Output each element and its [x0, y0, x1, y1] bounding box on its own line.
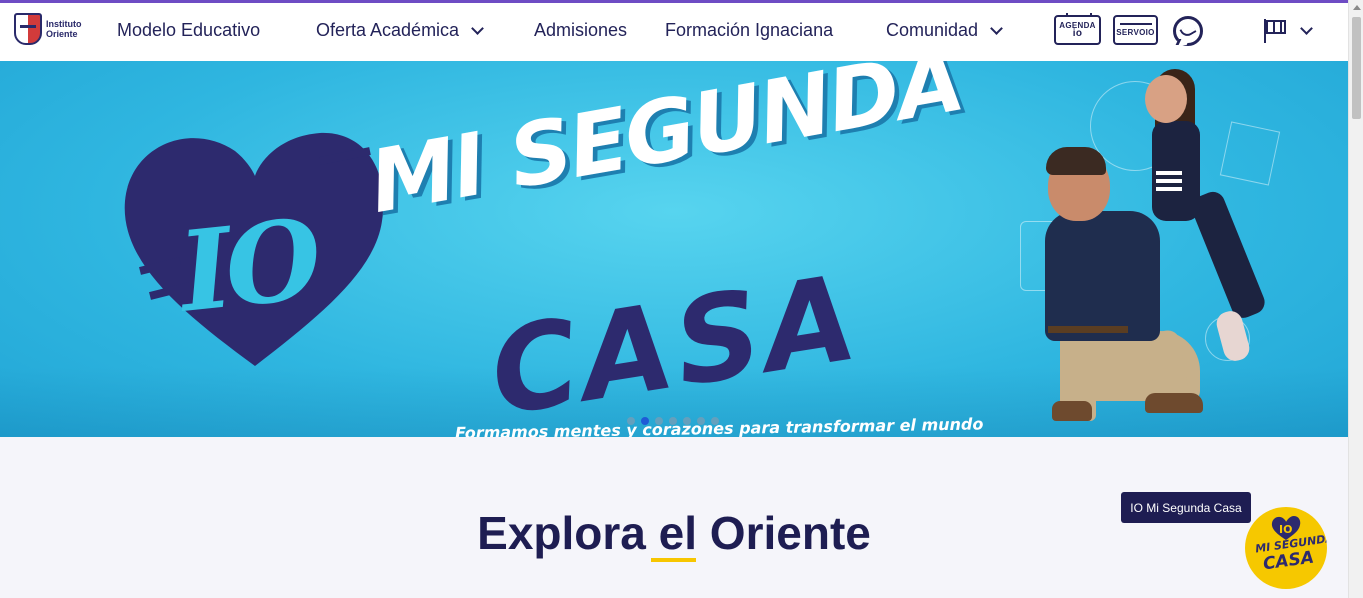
instituto-oriente-logo[interactable]: Instituto Oriente [14, 11, 84, 47]
nav-formacion-ignaciana[interactable]: Formación Ignaciana [665, 20, 833, 41]
hero-headline-top: MI SEGUNDA [362, 61, 970, 233]
hero-carousel[interactable]: IO MI SEGUNDA CASA Formamos mentes y cor… [0, 61, 1348, 437]
nav-label: Formación Ignaciana [665, 20, 834, 40]
nav-label: Modelo Educativo [117, 20, 261, 40]
nav-oferta-academica[interactable]: Oferta Académica [316, 20, 484, 41]
nav-label: Admisiones [534, 20, 628, 40]
nav-label: Oferta Académica [316, 20, 460, 40]
nav-modelo-educativo[interactable]: Modelo Educativo [117, 20, 260, 41]
flag-icon [1262, 18, 1288, 44]
language-selector[interactable] [1262, 18, 1313, 44]
chevron-down-icon [1300, 22, 1313, 35]
servoio-button[interactable]: SERVOIO [1113, 15, 1158, 45]
svg-text:IO: IO [1279, 523, 1292, 536]
nav-admisiones[interactable]: Admisiones [534, 20, 627, 41]
mi-segunda-casa-badge[interactable]: IO MI SEGUNDA CASA [1245, 507, 1327, 589]
calendar-rings-icon [1066, 13, 1092, 17]
chevron-down-icon [471, 21, 484, 35]
page-scrollbar[interactable] [1348, 0, 1363, 598]
agenda-io-button[interactable]: AGENDA io [1054, 13, 1101, 45]
site-header: Instituto Oriente Modelo Educativo Ofert… [0, 3, 1348, 61]
nav-label: Comunidad [886, 20, 979, 40]
nav-comunidad[interactable]: Comunidad [886, 20, 1003, 41]
scroll-up-arrow-icon[interactable] [1353, 5, 1361, 10]
floating-tooltip: IO Mi Segunda Casa [1121, 492, 1251, 523]
whatsapp-icon[interactable] [1173, 16, 1203, 46]
server-lines-icon [1119, 23, 1152, 26]
hero-io-text: IO [173, 194, 322, 337]
book-sketch-icon [1219, 121, 1281, 186]
girl-figure [1188, 188, 1269, 322]
scroll-thumb[interactable] [1352, 17, 1361, 119]
chevron-down-icon [990, 21, 1003, 35]
title-accent-underline [651, 558, 696, 562]
crest-icon [14, 13, 42, 45]
logo-text: Instituto Oriente [46, 19, 82, 39]
